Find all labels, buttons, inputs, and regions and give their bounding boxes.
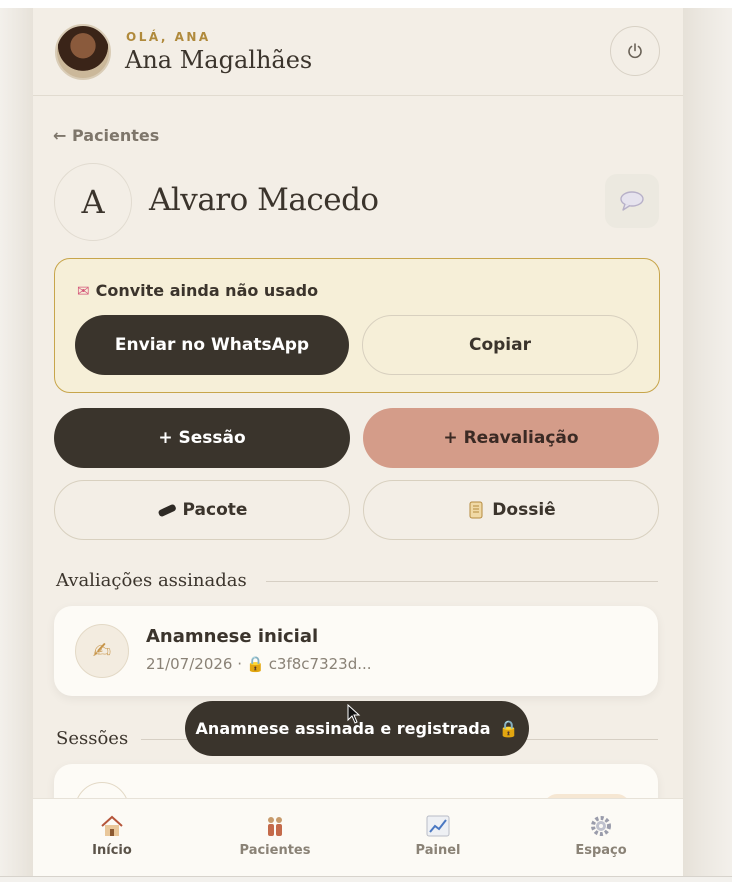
toast-message: Anamnese assinada e registrada — [195, 719, 491, 738]
lock-icon: 🔒 — [498, 719, 519, 738]
bandage-icon — [158, 504, 176, 517]
browser-bottom-strip — [0, 876, 732, 882]
gear-icon — [591, 816, 611, 836]
app-container: OLÁ, ANA Ana Magalhães ← Pacientes A Alv… — [33, 8, 683, 876]
speech-bubble-icon — [620, 191, 644, 211]
nav-item-inicio[interactable]: Início — [52, 799, 172, 876]
writing-hand-icon: ✍ — [75, 624, 129, 678]
lock-icon: 🔒 — [246, 655, 265, 673]
back-to-patients-link[interactable]: ← Pacientes — [53, 126, 159, 145]
patient-name: Alvaro Macedo — [149, 182, 379, 218]
browser-top-strip — [0, 0, 732, 8]
evaluation-hash: c3f8c7323d... — [268, 655, 372, 673]
sessions-heading: Sessões — [56, 728, 129, 749]
mouse-cursor-icon — [347, 704, 361, 724]
evaluation-date: 21/07/2026 · — [146, 655, 242, 673]
greeting-label: OLÁ, ANA — [126, 30, 211, 44]
house-icon — [101, 815, 123, 836]
nav-item-pacientes[interactable]: Pacientes — [215, 799, 335, 876]
nav-label: Pacientes — [239, 843, 311, 858]
user-name: Ana Magalhães — [125, 46, 313, 74]
nav-label: Início — [92, 843, 132, 858]
invite-title-text: Convite ainda não usado — [95, 281, 319, 300]
invite-card: ✉ Convite ainda não usado Enviar no Whats… — [54, 258, 660, 393]
add-session-button[interactable]: + Sessão — [54, 408, 350, 468]
bottom-nav: Início Pacientes Painel Espaço — [33, 798, 683, 876]
nav-label: Painel — [415, 843, 461, 858]
right-margin — [683, 8, 732, 876]
avatar[interactable] — [55, 24, 111, 80]
people-icon — [268, 817, 282, 836]
evaluations-heading: Avaliações assinadas — [56, 570, 247, 591]
envelope-heart-icon: ✉ — [77, 282, 90, 300]
copy-invite-button[interactable]: Copiar — [362, 315, 638, 375]
left-margin — [0, 8, 33, 876]
package-label: Pacote — [182, 500, 248, 520]
nav-label: Espaço — [575, 843, 627, 858]
dossier-button[interactable]: Dossiê — [363, 480, 659, 540]
evaluation-title: Anamnese inicial — [146, 626, 319, 647]
evaluation-card[interactable]: ✍ Anamnese inicial 21/07/2026 · 🔒 c3f8c732… — [54, 606, 658, 696]
patient-initial: A — [54, 163, 132, 241]
nav-item-painel[interactable]: Painel — [378, 799, 498, 876]
logout-button[interactable] — [610, 26, 660, 76]
package-button[interactable]: Pacote — [54, 480, 350, 540]
section-divider — [266, 581, 658, 582]
scroll-icon — [469, 501, 483, 519]
power-icon — [628, 43, 642, 59]
invite-title: ✉ Convite ainda não usado — [77, 281, 318, 300]
dossier-label: Dossiê — [492, 500, 556, 520]
add-reassessment-button[interactable]: + Reavaliação — [363, 408, 659, 468]
chat-button[interactable] — [605, 174, 659, 228]
send-whatsapp-button[interactable]: Enviar no WhatsApp — [75, 315, 349, 375]
header: OLÁ, ANA Ana Magalhães — [33, 8, 683, 96]
chart-icon — [426, 815, 450, 837]
evaluation-meta: 21/07/2026 · 🔒 c3f8c7323d... — [146, 655, 372, 673]
nav-item-espaco[interactable]: Espaço — [541, 799, 661, 876]
